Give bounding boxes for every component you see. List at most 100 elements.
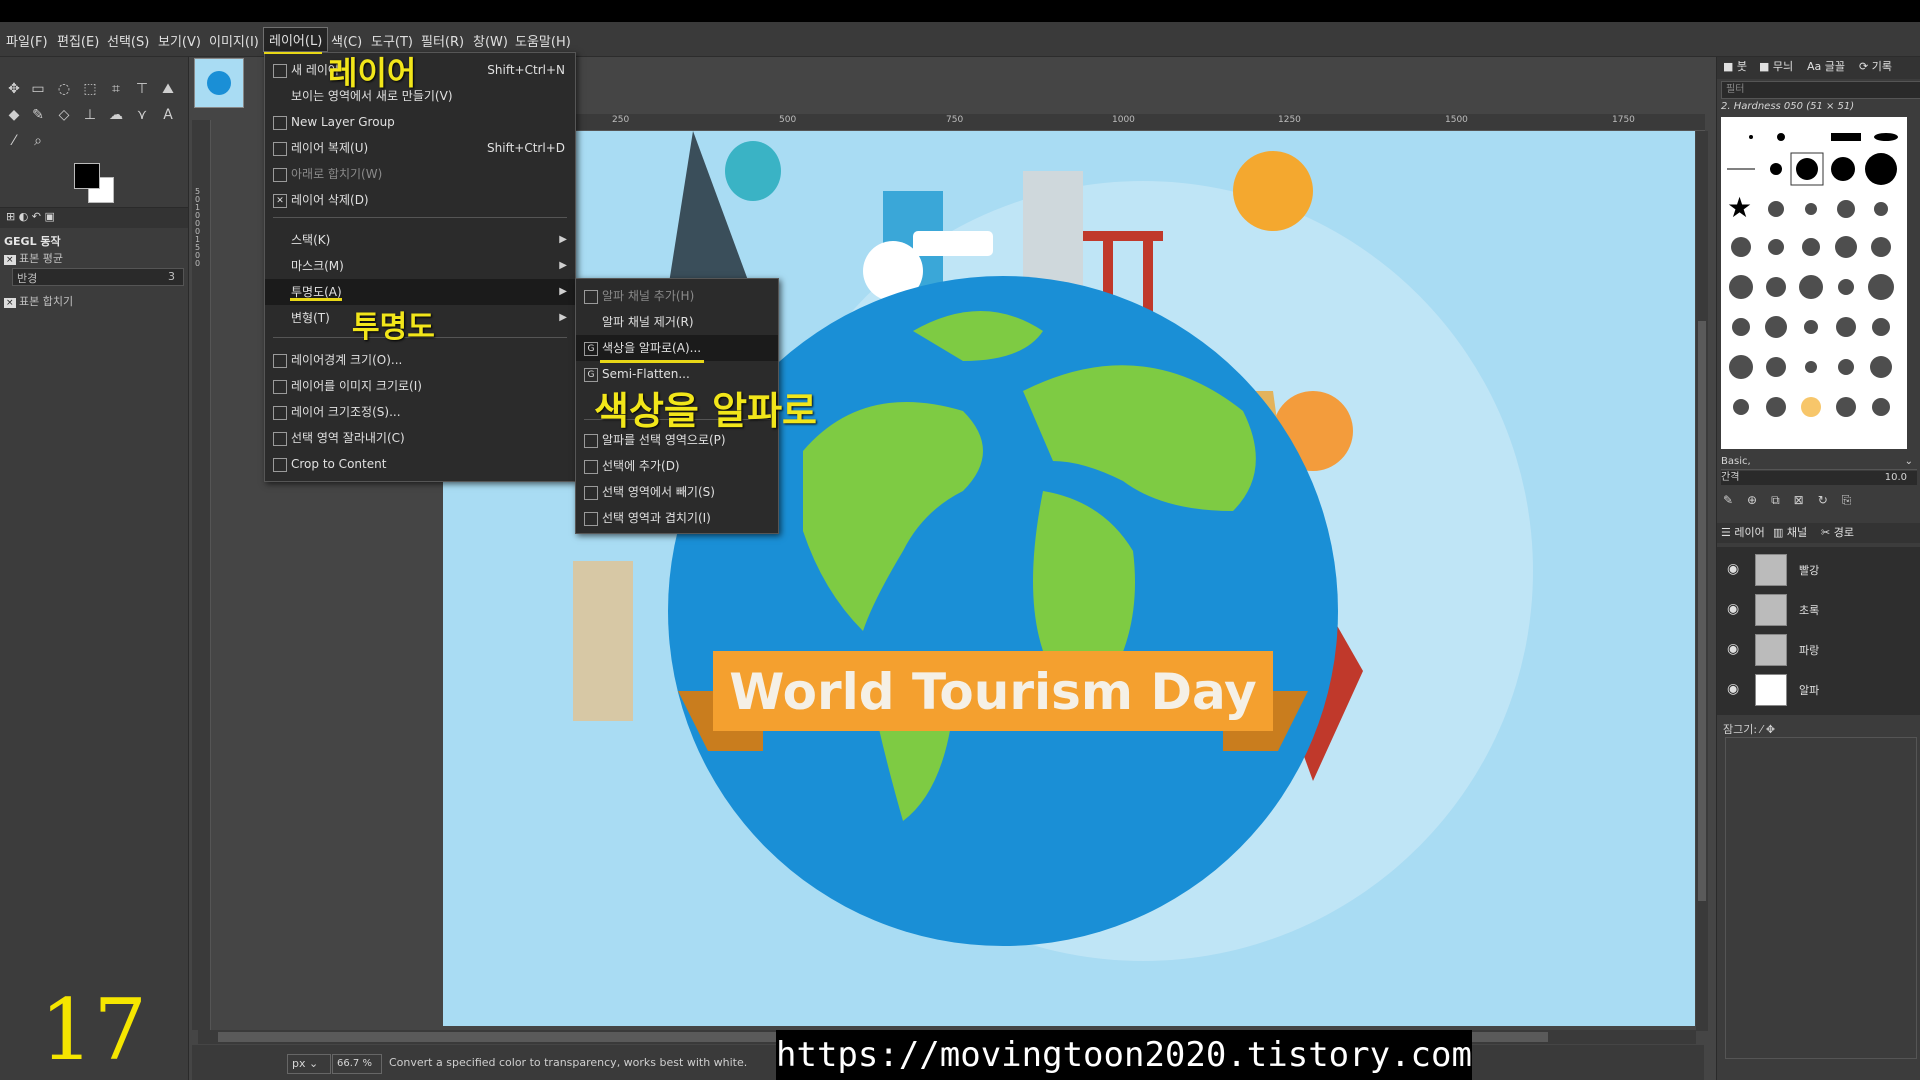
menu-image[interactable]: 이미지(I): [209, 31, 259, 50]
tool-options-tab-icon[interactable]: ⊞ ◐ ↶ ▣: [6, 210, 55, 223]
channel-empty-area: [1725, 737, 1917, 1059]
tab-fonts[interactable]: Aa 글꼴: [1807, 57, 1845, 77]
vertical-scrollbar[interactable]: [1696, 131, 1708, 1031]
close-icon[interactable]: ×: [4, 255, 16, 265]
menu-item-color-to-alpha[interactable]: G 색상을 알파로(A)...: [576, 335, 778, 361]
alpha-icon: [584, 290, 598, 304]
menu-filters[interactable]: 필터(R): [421, 31, 464, 50]
menu-item-layer-to-image-size[interactable]: 레이어를 이미지 크기로(I): [265, 373, 575, 399]
tab-brushes[interactable]: ■ 붓: [1723, 57, 1747, 77]
zoom-select[interactable]: 66.7 %: [332, 1054, 382, 1074]
eraser-icon[interactable]: ◇: [54, 105, 74, 125]
channel-list: ◉ 빨강 ◉ 초록 ◉ 파랑 ◉ 알파: [1717, 547, 1920, 715]
menu-edit[interactable]: 편집(E): [57, 31, 99, 50]
menu-file[interactable]: 파일(F): [6, 31, 48, 50]
bucket-icon[interactable]: ◆: [4, 105, 24, 125]
lock-position-icon[interactable]: ✥: [1766, 723, 1775, 736]
ruler-label: 1250: [1278, 115, 1301, 125]
radius-label: 반경: [17, 272, 38, 285]
menu-item-crop-to-selection[interactable]: 선택 영역 잘라내기(C): [265, 425, 575, 451]
paintbrush-icon[interactable]: ✎: [28, 105, 48, 125]
menu-item-add-alpha[interactable]: 알파 채널 추가(H): [576, 283, 778, 309]
layers-tabs: ☰ 레이어 ▥ 채널 ✂ 경로: [1717, 523, 1920, 543]
menu-item-label: 마스크(M): [291, 259, 344, 273]
spacing-value: 10.0: [1884, 472, 1907, 483]
brush-preset-select[interactable]: Basic, ⌄: [1721, 455, 1917, 470]
menu-item-scale-layer[interactable]: 레이어 크기조정(S)...: [265, 399, 575, 425]
radius-field[interactable]: 반경 3: [12, 268, 184, 286]
image-canvas[interactable]: World Tourism Day: [443, 131, 1695, 1026]
channel-row-blue[interactable]: ◉ 파랑: [1717, 631, 1920, 669]
rect-select-icon[interactable]: ▭: [28, 79, 48, 99]
fuzzy-select-icon[interactable]: ⬚: [80, 79, 100, 99]
menu-item-intersect-selection[interactable]: 선택 영역과 겹치기(I): [576, 505, 778, 531]
brush-previews: ★: [1727, 133, 1898, 417]
menu-layer[interactable]: 레이어(L): [262, 27, 329, 52]
ruler-label: 1500: [1445, 115, 1468, 125]
transform-icon[interactable]: ⊤: [132, 79, 152, 99]
menu-item-crop-to-content[interactable]: Crop to Content: [265, 451, 575, 477]
chevron-right-icon: ▶: [559, 312, 567, 323]
close-icon[interactable]: ×: [4, 298, 16, 308]
tab-layers[interactable]: ☰ 레이어: [1721, 523, 1765, 543]
menu-item-label: 색상을 알파로(A)...: [602, 341, 702, 355]
menu-view[interactable]: 보기(V): [158, 31, 201, 50]
eye-icon[interactable]: ◉: [1727, 641, 1739, 657]
menu-item-remove-alpha[interactable]: 알파 채널 제거(R): [576, 309, 778, 335]
menu-select[interactable]: 선택(S): [107, 31, 149, 50]
channel-thumbnail: [1755, 594, 1787, 626]
menu-item-add-to-selection[interactable]: 선택에 추가(D): [576, 453, 778, 479]
unit-select[interactable]: px ⌄: [287, 1054, 331, 1074]
sample-average-label: 표본 평균: [19, 252, 64, 265]
menu-item-label: 레이어 복제(U): [291, 141, 369, 155]
filter-placeholder: 필터: [1726, 84, 1745, 95]
tab-patterns[interactable]: ■ 무늬: [1759, 57, 1793, 77]
menu-help[interactable]: 도움말(H): [515, 31, 571, 50]
menu-item-layer-boundary-size[interactable]: 레이어경계 크기(O)...: [265, 347, 575, 373]
ruler-label: 500: [779, 115, 797, 125]
clone-icon[interactable]: ⊥: [80, 105, 100, 125]
move-tool-icon[interactable]: ✥: [4, 79, 24, 99]
warp-icon[interactable]: ⛰: [158, 79, 178, 99]
spacing-field[interactable]: 간격 10.0: [1721, 471, 1917, 485]
tab-channels[interactable]: ▥ 채널: [1773, 523, 1807, 543]
menu-item-merge-down[interactable]: 아래로 합치기(W): [265, 161, 575, 187]
channel-thumbnail: [1755, 554, 1787, 586]
tab-label: 경로: [1833, 526, 1854, 539]
menu-item-delete-layer[interactable]: ✕ 레이어 삭제(D): [265, 187, 575, 213]
tab-paths[interactable]: ✂ 경로: [1821, 523, 1854, 543]
text-tool-icon[interactable]: A: [158, 105, 178, 125]
selection-subtract-icon: [584, 486, 598, 500]
sun-icon: [1233, 151, 1313, 231]
menu-windows[interactable]: 창(W): [473, 31, 508, 50]
eye-icon[interactable]: ◉: [1727, 601, 1739, 617]
paths-icon[interactable]: ⋎: [132, 105, 152, 125]
image-tab-thumbnail[interactable]: [194, 58, 244, 108]
eye-icon[interactable]: ◉: [1727, 561, 1739, 577]
lasso-icon[interactable]: ◌: [54, 79, 74, 99]
menu-item-mask[interactable]: 마스크(M) ▶: [265, 253, 575, 279]
menu-item-duplicate-layer[interactable]: 레이어 복제(U) Shift+Ctrl+D: [265, 135, 575, 161]
foreground-color[interactable]: [74, 163, 100, 189]
channel-row-red[interactable]: ◉ 빨강: [1717, 551, 1920, 589]
eye-icon[interactable]: ◉: [1727, 681, 1739, 697]
menu-item-stack[interactable]: 스택(K) ▶: [265, 227, 575, 253]
menu-item-label: Crop to Content: [291, 457, 387, 471]
channel-row-green[interactable]: ◉ 초록: [1717, 591, 1920, 629]
brush-filter-input[interactable]: 필터: [1721, 81, 1920, 99]
menu-item-new-from-visible[interactable]: 보이는 영역에서 새로 만들기(V): [265, 83, 575, 109]
menu-item-new-layer-group[interactable]: New Layer Group: [265, 109, 575, 135]
color-picker-icon[interactable]: ⁄: [4, 131, 24, 151]
crop-icon[interactable]: ⌗: [106, 79, 126, 99]
channel-row-alpha[interactable]: ◉ 알파: [1717, 671, 1920, 709]
brush-grid[interactable]: ★: [1721, 117, 1907, 449]
lock-pixels-icon[interactable]: ⁄: [1761, 723, 1763, 736]
zoom-icon[interactable]: ⌕: [28, 131, 48, 151]
source-url-banner: https://movingtoon2020.tistory.com: [776, 1030, 1472, 1080]
brush-actions[interactable]: ✎⊕⧉⊠↻⎘: [1723, 493, 1865, 508]
menu-item-label: 레이어경계 크기(O)...: [291, 353, 403, 367]
smudge-icon[interactable]: ☁: [106, 105, 126, 125]
tab-history[interactable]: ⟳ 기록: [1859, 57, 1892, 77]
menu-item-subtract-from-selection[interactable]: 선택 영역에서 빼기(S): [576, 479, 778, 505]
menu-item-new-layer[interactable]: 새 레이어 Shift+Ctrl+N: [265, 57, 575, 83]
